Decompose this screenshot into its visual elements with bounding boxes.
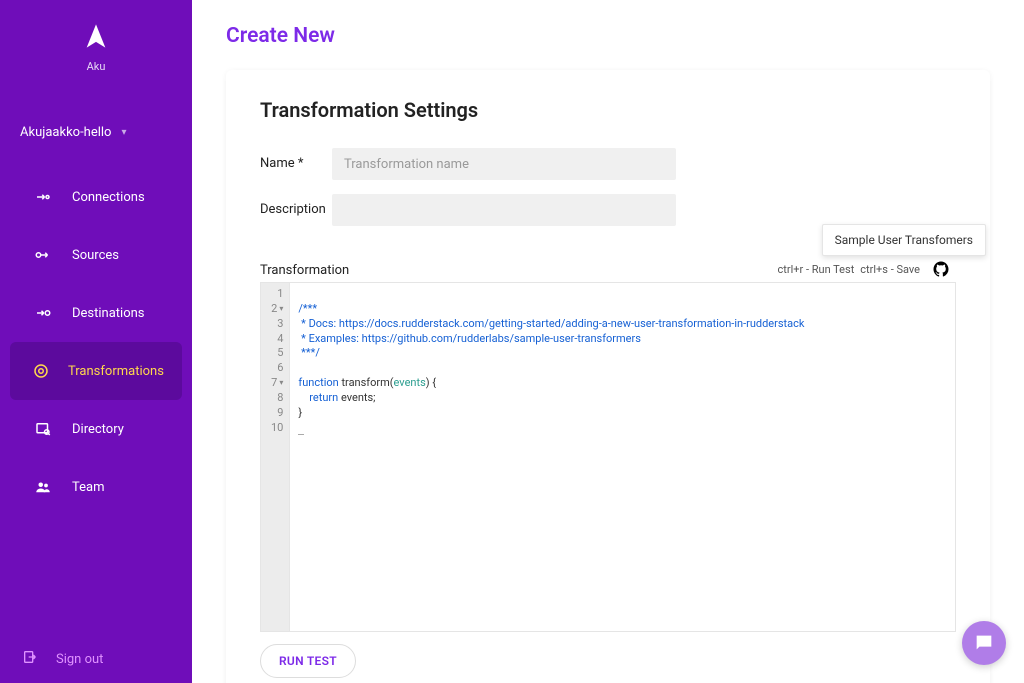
main-content: Create New Transformation Settings Name … [192, 0, 1024, 683]
sidebar-item-label: Sources [72, 248, 119, 263]
sidebar-item-label: Transformations [68, 364, 164, 379]
directory-icon [32, 418, 54, 440]
sidebar-item-destinations[interactable]: Destinations [10, 284, 182, 342]
run-test-button[interactable]: RUN TEST [260, 644, 356, 678]
signout-icon [22, 649, 42, 669]
sidebar-item-label: Directory [72, 422, 124, 437]
name-label: Name * [260, 148, 332, 171]
code-editor[interactable]: 12345678910 /*** * Docs: https://docs.ru… [260, 282, 956, 632]
sidebar: Aku Akujaakko-hello ▾ Connections Source… [0, 0, 192, 683]
name-input[interactable] [332, 148, 676, 180]
chat-fab[interactable] [962, 621, 1006, 665]
team-icon [32, 476, 54, 498]
signout-label: Sign out [56, 652, 103, 667]
sidebar-item-connections[interactable]: Connections [10, 168, 182, 226]
description-input[interactable] [332, 194, 676, 226]
editor-hints: ctrl+r - Run Test ctrl+s - Save [778, 260, 957, 278]
brand-logo-icon [82, 22, 110, 50]
transformations-icon [32, 360, 50, 382]
connections-icon [32, 186, 54, 208]
chevron-down-icon: ▾ [121, 127, 126, 138]
sidebar-item-sources[interactable]: Sources [10, 226, 182, 284]
hint-save: ctrl+s - Save [860, 263, 920, 276]
sidebar-nav: Connections Sources Destinations Transfo… [0, 168, 192, 516]
code-gutter: 12345678910 [261, 283, 290, 631]
hint-run-test: ctrl+r - Run Test [778, 263, 855, 276]
card-title: Transformation Settings [260, 98, 956, 122]
sidebar-item-team[interactable]: Team [10, 458, 182, 516]
page-title: Create New [226, 24, 990, 48]
settings-card: Transformation Settings Name * Descripti… [226, 70, 990, 683]
destinations-icon [32, 302, 54, 324]
signout-button[interactable]: Sign out [0, 635, 192, 683]
sidebar-item-directory[interactable]: Directory [10, 400, 182, 458]
code-area[interactable]: /*** * Docs: https://docs.rudderstack.co… [290, 283, 955, 631]
description-label: Description [260, 194, 332, 217]
workspace-switcher[interactable]: Akujaakko-hello ▾ [0, 111, 192, 154]
github-tooltip: Sample User Transfomers [822, 224, 986, 256]
sidebar-item-label: Destinations [72, 306, 145, 321]
sources-icon [32, 244, 54, 266]
description-row: Description [260, 194, 956, 226]
editor-header: Transformation ctrl+r - Run Test ctrl+s … [260, 260, 956, 278]
name-row: Name * [260, 148, 956, 180]
sidebar-item-transformations[interactable]: Transformations [10, 342, 182, 400]
brand-name: Aku [0, 60, 192, 73]
github-icon[interactable] [932, 260, 950, 278]
workspace-name: Akujaakko-hello [20, 125, 111, 140]
transformation-label: Transformation [260, 263, 349, 278]
sidebar-item-label: Connections [72, 190, 145, 205]
sidebar-item-label: Team [72, 480, 105, 495]
brand-block: Aku [0, 0, 192, 83]
